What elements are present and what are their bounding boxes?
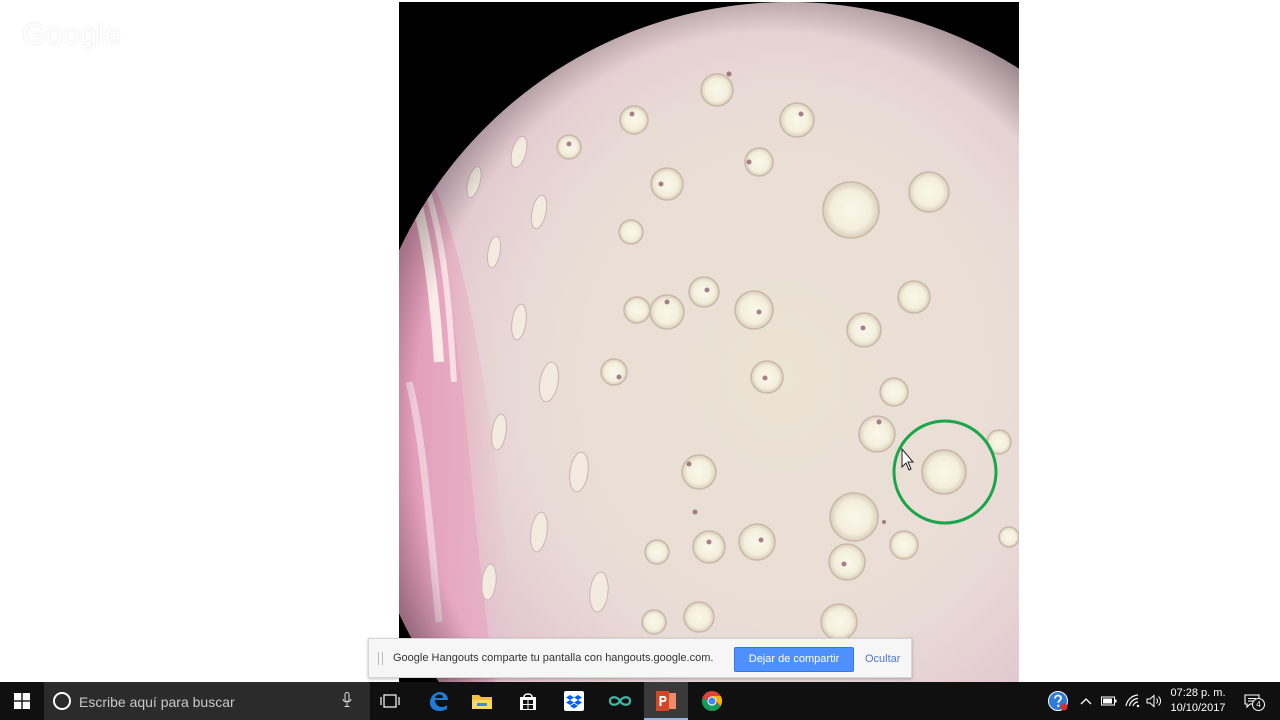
battery-tray-button[interactable] (1098, 682, 1120, 720)
taskbar-app-edge[interactable] (416, 682, 460, 720)
help-tray-button[interactable] (1044, 682, 1072, 720)
task-view-button[interactable] (376, 682, 404, 720)
show-hidden-icons-button[interactable] (1076, 682, 1096, 720)
hide-button[interactable]: Ocultar (865, 653, 900, 665)
infinity-app-icon (608, 696, 632, 706)
taskbar-app-infinity[interactable] (598, 682, 642, 720)
taskbar-app-powerpoint[interactable] (644, 682, 688, 720)
google-watermark: Google (22, 18, 122, 51)
cortana-icon[interactable] (53, 692, 71, 710)
clock-date: 10/10/2017 (1170, 702, 1226, 714)
microscope-image (399, 2, 1019, 682)
search-placeholder: Escribe aquí para buscar (79, 694, 235, 710)
stop-sharing-button[interactable]: Dejar de compartir (734, 647, 854, 672)
taskbar: Escribe aquí para buscar 07:28 p. m. 10/… (0, 682, 1280, 720)
taskbar-clock[interactable]: 07:28 p. m. 10/10/2017 (1160, 686, 1236, 716)
taskbar-app-file-explorer[interactable] (460, 682, 504, 720)
share-message: Google Hangouts comparte tu pantalla con… (393, 652, 714, 664)
taskbar-app-dropbox[interactable] (552, 682, 596, 720)
wifi-icon (1125, 694, 1140, 708)
drag-handle[interactable] (378, 652, 383, 665)
chrome-icon (701, 691, 722, 711)
notification-count-badge: 4 (1252, 698, 1265, 711)
screen-share-notification-bar: Google Hangouts comparte tu pantalla con… (368, 638, 912, 678)
store-icon (520, 693, 536, 710)
notification-icon-wrap: 4 (1244, 694, 1265, 711)
edge-icon (430, 692, 448, 711)
screen-share-video (399, 2, 1019, 682)
help-icon (1048, 691, 1068, 711)
start-button[interactable] (0, 682, 44, 720)
network-tray-button[interactable] (1122, 682, 1144, 720)
taskbar-app-chrome[interactable] (690, 682, 734, 720)
file-explorer-icon (472, 695, 492, 709)
chevron-up-icon (1080, 698, 1092, 705)
dropbox-icon (564, 691, 584, 711)
microphone-icon[interactable] (342, 692, 352, 708)
clock-time: 07:28 p. m. (1170, 687, 1226, 699)
battery-icon (1101, 696, 1117, 706)
task-view-icon (380, 694, 400, 708)
windows-logo-icon (14, 693, 30, 709)
taskbar-app-store[interactable] (506, 682, 550, 720)
screen: Google Google Hangouts comparte tu panta… (0, 0, 1280, 720)
action-center-button[interactable]: 4 (1238, 682, 1266, 720)
taskbar-search-box[interactable]: Escribe aquí para buscar (44, 682, 370, 720)
powerpoint-icon (656, 691, 676, 711)
